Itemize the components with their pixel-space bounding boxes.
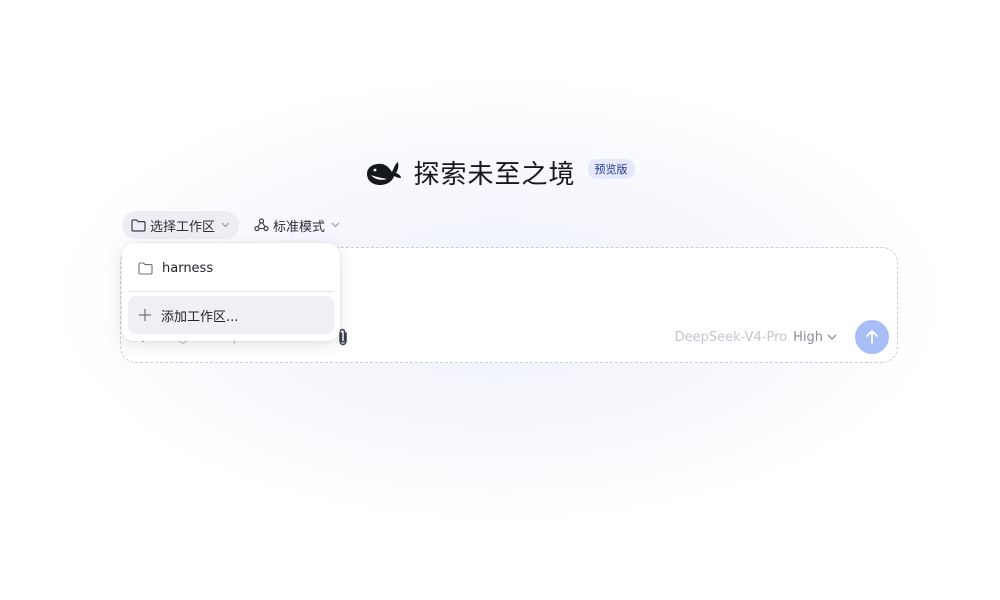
model-level-select[interactable]: High xyxy=(793,330,837,345)
workspace-select-label: 选择工作区 xyxy=(150,219,216,235)
chevron-down-icon xyxy=(331,222,340,228)
plus-icon xyxy=(139,309,151,321)
workspace-dropdown: harness 添加工作区... xyxy=(122,243,340,341)
chevron-down-icon xyxy=(827,334,837,340)
chevron-down-icon xyxy=(221,222,230,228)
mode-select-label: 标准模式 xyxy=(273,219,326,235)
composer-toolbar: 选择工作区 标准模式 xyxy=(122,211,349,239)
add-workspace-item[interactable]: 添加工作区... xyxy=(128,296,334,334)
workspace-item-harness[interactable]: harness xyxy=(128,249,334,287)
send-button[interactable] xyxy=(855,320,889,354)
model-level-label: High xyxy=(793,329,823,345)
add-workspace-label: 添加工作区... xyxy=(161,309,239,325)
workspace-item-label: harness xyxy=(162,260,214,276)
mode-icon xyxy=(254,218,269,232)
mode-select-button[interactable]: 标准模式 xyxy=(245,211,349,239)
whale-logo-icon xyxy=(367,162,402,185)
model-name: DeepSeek-V4-Pro xyxy=(674,329,788,345)
workspace-select-button[interactable]: 选择工作区 xyxy=(122,211,240,239)
folder-icon xyxy=(131,218,146,232)
arrow-up-icon xyxy=(866,330,878,344)
folder-icon xyxy=(138,261,153,275)
page-title: 探索未至之境 xyxy=(413,159,576,190)
preview-badge: 预览版 xyxy=(587,159,635,179)
dropdown-divider xyxy=(128,291,334,292)
title-row: 探索未至之境 预览版 xyxy=(0,150,1000,194)
